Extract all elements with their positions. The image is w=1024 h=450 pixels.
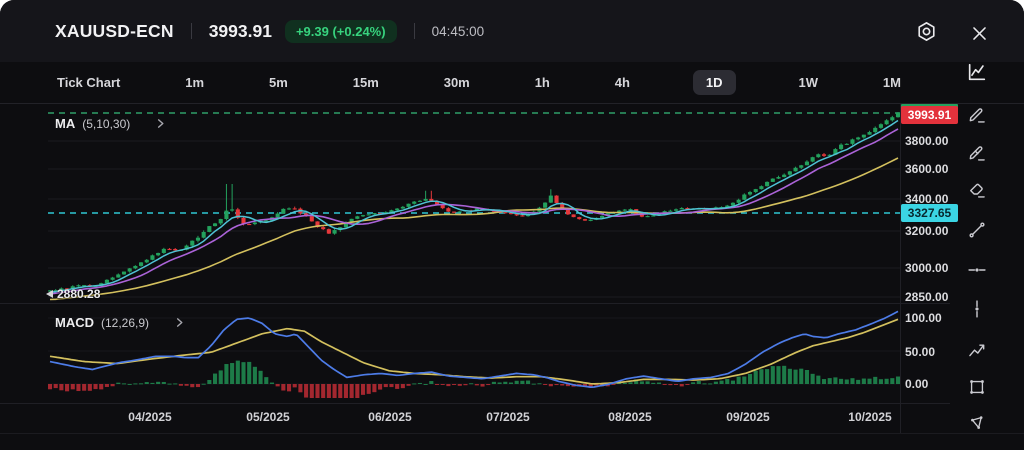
macd-label: MACD	[55, 315, 94, 330]
divider	[0, 433, 1024, 434]
pen-icon[interactable]	[963, 138, 991, 166]
macd-axis-label: 50.00	[905, 345, 935, 359]
polygon-icon[interactable]	[963, 409, 991, 437]
tab-5m[interactable]: 5m	[267, 70, 290, 95]
candlestick-chart[interactable]	[48, 104, 900, 400]
macd-indicator-toggle[interactable]: MACD (12,26,9)	[55, 315, 185, 330]
price-axis-label: 2850.00	[905, 290, 948, 304]
last-price-badge: 3993.91	[901, 106, 958, 124]
tab-1m[interactable]: 1m	[183, 70, 206, 95]
last-price: 3993.91	[209, 21, 272, 42]
tab-1d[interactable]: 1D	[693, 70, 736, 95]
close-icon[interactable]	[965, 19, 993, 47]
pencil-icon[interactable]	[963, 100, 991, 128]
x-axis-label: 10/2025	[835, 410, 905, 424]
macd-axis-label: 100.00	[905, 311, 942, 325]
vertical-line-icon[interactable]	[963, 295, 991, 323]
level-price-badge: 3327.65	[901, 204, 958, 222]
left-arrow-icon	[46, 290, 53, 298]
open-price-label: 2880.28	[57, 287, 100, 301]
x-axis-label: 08/2025	[595, 410, 665, 424]
x-axis-label: 04/2025	[115, 410, 185, 424]
eraser-icon[interactable]	[963, 175, 991, 203]
ma-params: (5,10,30)	[82, 117, 130, 131]
price-change-badge: +9.39 (+0.24%)	[285, 20, 397, 43]
divider	[0, 403, 950, 404]
macd-params: (12,26,9)	[101, 316, 149, 330]
trading-chart-window: XAUUSD-ECN 3993.91 +9.39 (+0.24%) 04:45:…	[0, 0, 1024, 450]
ma-indicator-toggle[interactable]: MA (5,10,30)	[55, 116, 166, 131]
line-chart-icon[interactable]	[963, 58, 991, 86]
timeframe-tabs: Tick Chart 1m 5m 15m 30m 1h 4h 1D 1W 1M	[55, 62, 903, 103]
symbol-title: XAUUSD-ECN	[55, 21, 174, 42]
divider	[414, 23, 415, 39]
horizontal-line-icon[interactable]	[963, 256, 991, 284]
settings-gear-icon[interactable]	[912, 17, 940, 45]
tab-30m[interactable]: 30m	[442, 70, 472, 95]
price-axis-label: 3800.00	[905, 134, 948, 148]
tab-15m[interactable]: 15m	[351, 70, 381, 95]
divider	[191, 23, 192, 39]
header: XAUUSD-ECN 3993.91 +9.39 (+0.24%) 04:45:…	[0, 0, 1024, 62]
price-axis-label: 3400.00	[905, 192, 948, 206]
axis-divider	[900, 104, 901, 433]
tab-4h[interactable]: 4h	[613, 70, 632, 95]
chevron-right-icon	[174, 317, 185, 328]
price-axis-label: 3000.00	[905, 261, 948, 275]
x-axis-label: 07/2025	[473, 410, 543, 424]
tab-1h[interactable]: 1h	[533, 70, 552, 95]
ma-label: MA	[55, 116, 75, 131]
x-axis-label: 05/2025	[233, 410, 303, 424]
chevron-right-icon	[155, 118, 166, 129]
tab-1w[interactable]: 1W	[796, 70, 820, 95]
x-axis-label: 09/2025	[713, 410, 783, 424]
macd-axis-label: 0.00	[905, 377, 928, 391]
x-axis-label: 06/2025	[355, 410, 425, 424]
tab-tick-chart[interactable]: Tick Chart	[55, 70, 122, 95]
open-price-marker: 2880.28	[46, 287, 100, 301]
price-axis-label: 3600.00	[905, 162, 948, 176]
zigzag-icon[interactable]	[963, 337, 991, 365]
price-axis-label: 3200.00	[905, 224, 948, 238]
trend-line-icon[interactable]	[963, 216, 991, 244]
tab-1m[interactable]: 1M	[881, 70, 903, 95]
rectangle-icon[interactable]	[963, 373, 991, 401]
server-time: 04:45:00	[432, 24, 485, 39]
